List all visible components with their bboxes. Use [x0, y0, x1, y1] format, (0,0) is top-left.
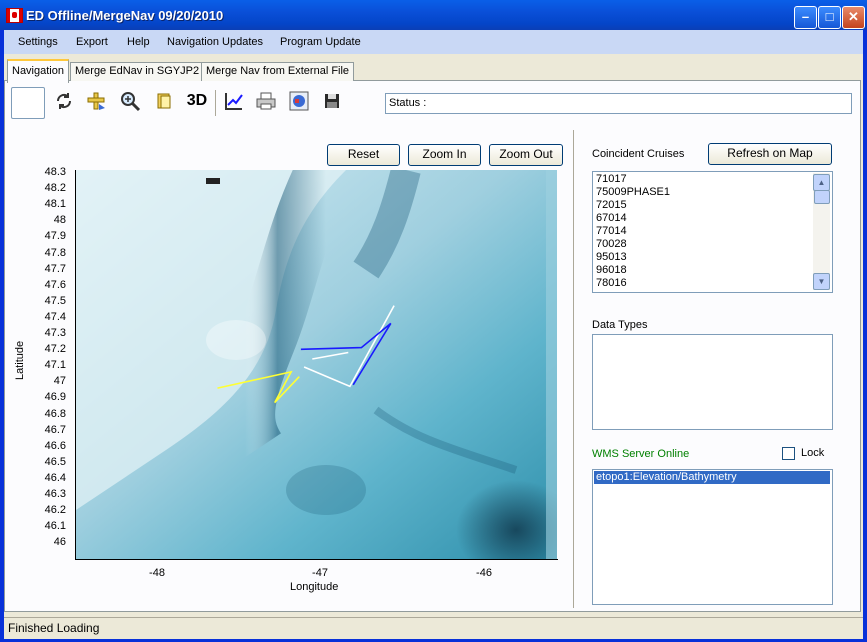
- status-text: Finished Loading: [8, 621, 100, 635]
- menu-settings[interactable]: Settings: [18, 36, 58, 48]
- close-button[interactable]: ✕: [842, 6, 865, 29]
- y-tick-label: 46.2: [44, 504, 66, 517]
- minimize-button[interactable]: –: [794, 6, 817, 29]
- scroll-down-icon[interactable]: ▼: [813, 273, 830, 290]
- app-icon: [6, 8, 23, 23]
- menu-program-update[interactable]: Program Update: [280, 36, 361, 48]
- x-tick-label: -46: [476, 567, 492, 579]
- menu-navigation-updates[interactable]: Navigation Updates: [167, 36, 263, 48]
- zoom-in-button[interactable]: Zoom In: [408, 144, 481, 166]
- minimize-icon: –: [801, 9, 810, 24]
- cruise-list-item[interactable]: 78016: [596, 277, 627, 290]
- y-tick-label: 47.3: [44, 327, 66, 339]
- y-tick-label: 46.1: [44, 520, 66, 533]
- save-icon[interactable]: [319, 88, 345, 114]
- menu-help[interactable]: Help: [127, 36, 150, 48]
- y-axis-line: [75, 170, 76, 560]
- close-icon: ✕: [848, 9, 859, 24]
- refresh-on-map-button[interactable]: Refresh on Map: [708, 143, 832, 165]
- reset-button[interactable]: Reset: [327, 144, 400, 166]
- 3d-icon[interactable]: 3D: [184, 88, 210, 114]
- y-tick-label: 46.6: [44, 439, 66, 452]
- menu-export[interactable]: Export: [76, 36, 108, 48]
- cruise-list-item[interactable]: 75009PHASE1: [596, 186, 670, 199]
- y-tick-label: 48.3: [44, 166, 66, 178]
- y-axis-label: Latitude: [14, 340, 26, 380]
- status-field: Status :: [385, 93, 852, 114]
- y-tick-label: 46: [53, 536, 66, 549]
- pan-icon[interactable]: [83, 88, 109, 114]
- scroll-thumb[interactable]: [814, 190, 830, 204]
- wms-status-label: WMS Server Online: [592, 448, 690, 460]
- y-tick-label: 46.7: [44, 423, 66, 436]
- y-tick-label: 48.1: [44, 198, 66, 211]
- chart-icon[interactable]: [221, 88, 247, 114]
- bathymetry-map[interactable]: [76, 170, 557, 559]
- x-tick-label: -47: [312, 567, 328, 579]
- y-tick-label: 47.9: [44, 230, 66, 243]
- lock-checkbox[interactable]: [782, 447, 795, 460]
- zoom-out-button[interactable]: Zoom Out: [489, 144, 563, 166]
- y-tick-label: 47.5: [44, 294, 66, 307]
- y-tick-label: 47.8: [44, 246, 66, 259]
- wms-layer-item[interactable]: etopo1:Elevation/Bathymetry: [594, 471, 830, 484]
- globe-icon[interactable]: [286, 88, 312, 114]
- title-bar: ED Offline/MergeNav 09/20/2010: [0, 0, 867, 30]
- scroll-up-icon[interactable]: ▲: [813, 174, 830, 191]
- y-tick-label: 47.1: [44, 359, 66, 372]
- y-tick-label: 48: [53, 214, 66, 227]
- x-axis-line: [75, 559, 558, 560]
- x-axis-label: Longitude: [290, 581, 339, 593]
- y-tick-label: 47: [53, 375, 66, 388]
- y-tick-label: 46.9: [44, 391, 66, 404]
- cruise-list-item[interactable]: 70028: [596, 238, 627, 251]
- cruise-list-item[interactable]: 77014: [596, 225, 627, 238]
- tab-merge-ednav[interactable]: Merge EdNav in SGYJP2: [70, 62, 205, 81]
- maximize-button[interactable]: □: [818, 6, 841, 29]
- color-box[interactable]: [11, 87, 45, 119]
- cruise-list-item[interactable]: 95013: [596, 251, 627, 264]
- y-tick-label: 46.8: [44, 407, 66, 420]
- print-icon[interactable]: [253, 88, 279, 114]
- y-tick-label: 46.4: [44, 471, 66, 484]
- maximize-icon: □: [825, 9, 834, 24]
- layer-icon[interactable]: [151, 88, 177, 114]
- window-frame-right: [863, 30, 867, 642]
- cruise-list-item[interactable]: 96018: [596, 264, 627, 277]
- toolbar-separator: [215, 90, 216, 116]
- y-tick-label: 46.3: [44, 488, 66, 500]
- x-tick-label: -48: [149, 567, 165, 579]
- cruise-list-item[interactable]: 71017: [596, 173, 627, 186]
- data-types-label: Data Types: [592, 319, 648, 331]
- refresh-icon[interactable]: [51, 88, 77, 114]
- y-tick-label: 48.2: [44, 182, 66, 195]
- window-title: ED Offline/MergeNav 09/20/2010: [26, 8, 224, 23]
- y-tick-label: 47.2: [44, 343, 66, 356]
- zoom-icon[interactable]: [117, 88, 143, 114]
- panel-separator: [573, 130, 574, 608]
- data-types-list[interactable]: [592, 334, 833, 430]
- status-bar: Finished Loading: [4, 617, 863, 639]
- y-tick-label: 47.4: [44, 310, 66, 323]
- y-tick-label: 46.5: [44, 455, 66, 468]
- cruise-list-item[interactable]: 72015: [596, 199, 627, 212]
- cruises-scrollbar[interactable]: ▲ ▼: [813, 173, 830, 290]
- coincident-cruises-label: Coincident Cruises: [592, 148, 685, 160]
- tab-navigation[interactable]: Navigation: [7, 59, 69, 83]
- y-tick-label: 47.6: [44, 278, 66, 291]
- lock-label: Lock: [801, 447, 825, 459]
- wms-layers-list[interactable]: [592, 469, 833, 605]
- y-tick-label: 47.7: [44, 262, 66, 275]
- tab-merge-nav-external[interactable]: Merge Nav from External File: [201, 62, 355, 81]
- cruise-list-item[interactable]: 67014: [596, 212, 627, 225]
